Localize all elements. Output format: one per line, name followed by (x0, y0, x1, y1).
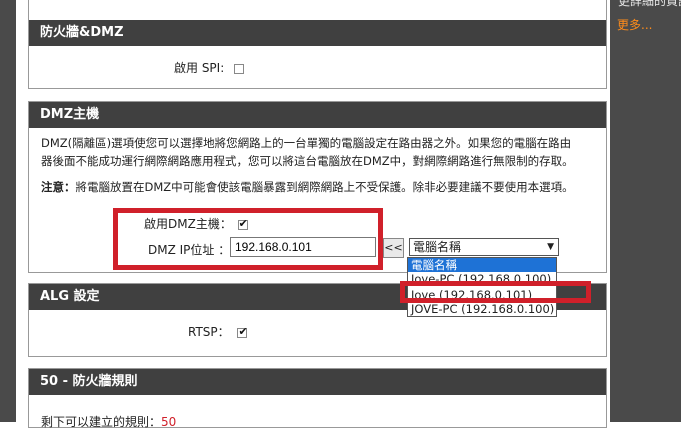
spi-row: 啟用 SPI: (174, 59, 245, 76)
right-sidebar (610, 0, 681, 422)
rules-remaining-value: 50 (161, 415, 177, 429)
firewall-rules-section: 50 - 防火牆規則 剩下可以建立的規則：50 (28, 368, 607, 429)
dmz-description-line1: DMZ(隔離區)選項使您可以選擇地將您網路上的一台單獨的電腦設定在路由器之外。如… (41, 136, 572, 150)
dmz-note-text: 將電腦放置在DMZ中可能會使該電腦暴露到網際網路上不受保護。除非必要建議不要使用… (75, 180, 574, 194)
dmz-description-line2: 器後面不能成功運行網際網路應用程式，您可以將這台電腦放在DMZ中，對網際網路進行… (41, 154, 574, 168)
sidebar-help-text: 更詳細的資訊 (618, 0, 681, 8)
rtsp-row: RTSP： (188, 323, 248, 340)
dmz-note-label: 注意： (41, 180, 76, 194)
rules-remaining-label: 剩下可以建立的規則： (41, 415, 162, 429)
chevron-down-icon: ▼ (547, 242, 554, 252)
dmz-settings-highlight (113, 208, 383, 270)
rtsp-checkbox[interactable] (237, 325, 248, 338)
dmz-section-title: DMZ主機 (29, 102, 606, 128)
left-sidebar-strip (0, 0, 16, 422)
rtsp-label: RTSP： (188, 325, 230, 339)
spi-checkbox[interactable] (234, 63, 245, 74)
dropdown-option[interactable]: 電腦名稱 (408, 258, 556, 272)
computer-name-select-value: 電腦名稱 (413, 240, 462, 254)
dmz-note: 注意：將電腦放置在DMZ中可能會使該電腦暴露到網際網路上不受保護。除非必要建議不… (41, 178, 601, 196)
more-link[interactable]: 更多... (617, 16, 652, 33)
copy-ip-button[interactable]: << (383, 238, 404, 258)
dropdown-option[interactable]: JOVE-PC (192.168.0.100) (408, 302, 556, 316)
firewall-rules-title: 50 - 防火牆規則 (29, 369, 606, 395)
firewall-section-title: 防火牆&DMZ (29, 20, 606, 46)
dmz-description: DMZ(隔離區)選項使您可以選擇地將您網路上的一台單獨的電腦設定在路由器之外。如… (41, 134, 601, 170)
firewall-section: 防火牆&DMZ 啟用 SPI: (28, 0, 607, 89)
selected-option-highlight (400, 281, 591, 303)
spi-label: 啟用 SPI: (174, 61, 225, 75)
computer-name-select[interactable]: 電腦名稱 ▼ (409, 238, 559, 256)
